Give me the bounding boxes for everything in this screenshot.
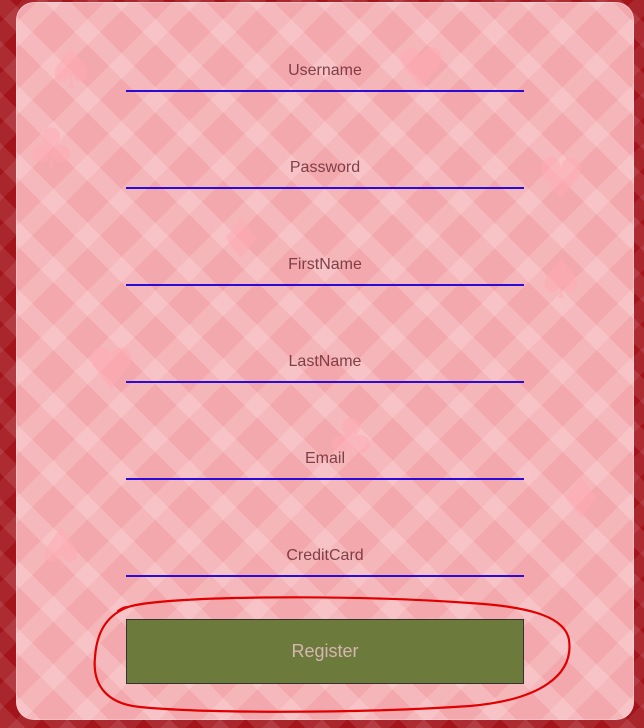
register-button[interactable]: Register <box>126 619 524 684</box>
lastname-field <box>126 343 524 383</box>
spade-icon: ♠ <box>536 247 587 312</box>
creditcard-input[interactable] <box>126 537 524 577</box>
lastname-input[interactable] <box>126 343 524 383</box>
registration-card: ♠ ♥ ♣ ♦ ♥ ♠ ♥ ♣ ♦ ♠ ♥ Register <box>16 2 634 720</box>
diamond-icon: ♦ <box>556 467 607 532</box>
spade-icon: ♠ <box>46 37 97 102</box>
password-field <box>126 149 524 189</box>
spade-icon: ♠ <box>36 517 87 582</box>
firstname-field <box>126 246 524 286</box>
firstname-input[interactable] <box>126 246 524 286</box>
heart-icon: ♥ <box>536 147 587 212</box>
email-input[interactable] <box>126 440 524 480</box>
password-input[interactable] <box>126 149 524 189</box>
club-icon: ♣ <box>26 117 77 182</box>
username-input[interactable] <box>126 52 524 92</box>
creditcard-field <box>126 537 524 577</box>
email-field <box>126 440 524 480</box>
username-field <box>126 52 524 92</box>
